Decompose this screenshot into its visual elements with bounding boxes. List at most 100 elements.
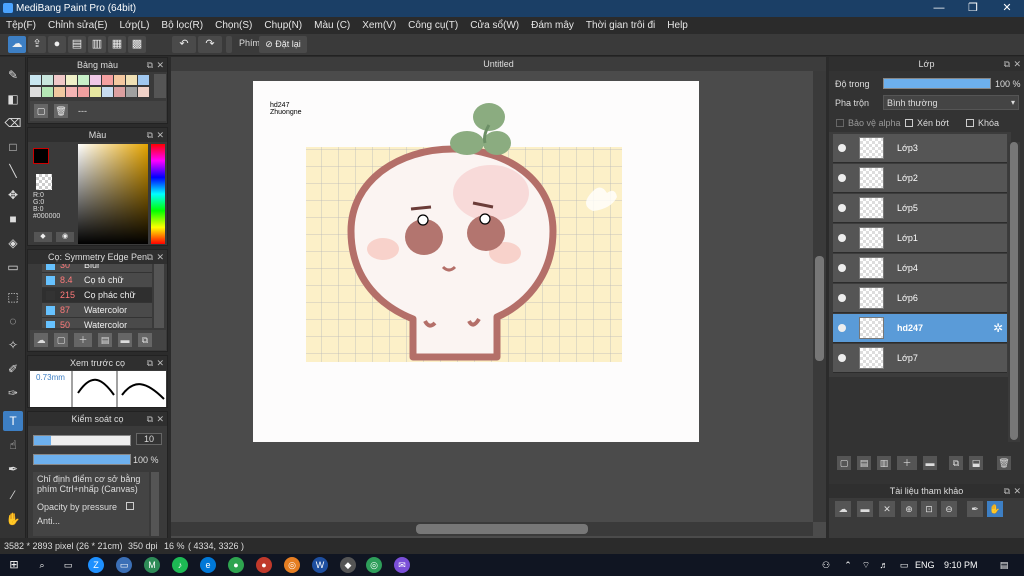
trash-icon[interactable]: 🗑: [54, 104, 68, 118]
layers-icon[interactable]: ▦: [108, 36, 126, 53]
palette-swatch[interactable]: [54, 75, 65, 85]
palette-swatch[interactable]: [90, 75, 101, 85]
layer-scrollbar[interactable]: [1008, 142, 1020, 442]
line-tool-icon[interactable]: ╲: [3, 161, 23, 181]
menu-color[interactable]: Màu (C): [308, 20, 356, 31]
zalo-icon[interactable]: Z: [88, 557, 104, 573]
palette-swatch[interactable]: [42, 86, 53, 97]
app-green-icon[interactable]: ●: [228, 557, 244, 573]
palette-swatch[interactable]: [138, 75, 149, 85]
maximize-button[interactable]: ❐: [956, 0, 990, 17]
eye-icon[interactable]: [838, 294, 846, 302]
menu-edit[interactable]: Chỉnh sửa(E): [42, 20, 114, 31]
close-icon[interactable]: ✕: [156, 356, 164, 370]
color-sample-icon[interactable]: ◆: [34, 232, 52, 242]
canvas-vertical-scrollbar[interactable]: [813, 71, 826, 522]
app-red-icon[interactable]: ●: [256, 557, 272, 573]
reset-button[interactable]: ⊘ Đặt lại: [259, 36, 307, 53]
layer-row[interactable]: Lớp6: [833, 284, 1007, 313]
palette-swatch[interactable]: [102, 86, 113, 97]
close-icon[interactable]: ✕: [1013, 57, 1021, 71]
operation-tool-icon[interactable]: ☝: [3, 435, 23, 455]
dot-eraser-tool-icon[interactable]: ⌫: [3, 113, 23, 133]
brush-options-scrollbar[interactable]: [151, 472, 159, 536]
add-brush-icon[interactable]: ＋: [74, 333, 92, 347]
zoom-in-icon[interactable]: ⊕: [901, 501, 917, 517]
fit-icon[interactable]: ⊡: [921, 501, 937, 517]
palette-swatch[interactable]: [78, 75, 89, 85]
select-tool-icon[interactable]: ⬚: [3, 287, 23, 307]
cloud-icon[interactable]: ☁: [34, 333, 48, 347]
notification-icon[interactable]: ▤: [996, 557, 1012, 573]
gradient-tool-icon[interactable]: ▭: [3, 257, 23, 277]
layer-row[interactable]: Lớp3: [833, 134, 1007, 163]
eye-icon[interactable]: [838, 264, 846, 272]
menu-capture[interactable]: Chụp(N): [258, 20, 308, 31]
lasso-tool-icon[interactable]: ◌: [3, 311, 23, 331]
menu-filter[interactable]: Bộ lọc(R): [155, 20, 209, 31]
opacity-pressure-row[interactable]: Opacity by pressure: [33, 496, 149, 512]
page-icon[interactable]: ▤: [68, 36, 86, 53]
vertical-scroll-thumb[interactable]: [815, 256, 824, 361]
opacity-pressure-checkbox[interactable]: [125, 502, 134, 510]
hue-slider[interactable]: [151, 144, 165, 244]
close-reference-icon[interactable]: ✕: [879, 501, 895, 517]
chevron-up-icon[interactable]: ⌃: [840, 557, 856, 573]
brush-size-value[interactable]: 10: [136, 433, 162, 445]
windows-start-icon[interactable]: ⊞: [6, 557, 22, 573]
move-tool-icon[interactable]: ✥: [3, 185, 23, 205]
volume-icon[interactable]: ♬: [876, 557, 892, 573]
chrome-2-icon[interactable]: ◎: [366, 557, 382, 573]
eye-icon[interactable]: [838, 324, 846, 332]
saturation-value-picker[interactable]: [78, 144, 148, 244]
blend-mode-select[interactable]: Bình thường ▾: [883, 95, 1019, 110]
palette-swatch[interactable]: [102, 75, 113, 85]
hand-tool-icon[interactable]: ✋: [3, 509, 23, 529]
search-icon[interactable]: ⌕: [34, 557, 50, 573]
palette-swatch[interactable]: [66, 75, 77, 85]
edge-icon[interactable]: e: [200, 557, 216, 573]
eye-icon[interactable]: [838, 354, 846, 362]
canvas-paper[interactable]: hd247 Zhuongne: [253, 81, 699, 442]
eyedropper-icon[interactable]: ✒: [967, 501, 983, 517]
menu-timelapse[interactable]: Thời gian trôi đi: [580, 20, 661, 31]
brush-scrollbar[interactable]: [154, 264, 164, 328]
open-folder-icon[interactable]: ▬: [857, 501, 873, 517]
eyedropper-tool-icon[interactable]: ✒: [3, 459, 23, 479]
gear-icon[interactable]: ✲: [993, 321, 1003, 335]
layer-row[interactable]: Lớp1: [833, 224, 1007, 253]
eraser-tool-icon[interactable]: ◧: [3, 89, 23, 109]
new-page-icon[interactable]: ▢: [54, 333, 68, 347]
palette-swatch[interactable]: [54, 86, 65, 97]
float-icon[interactable]: ⧉: [147, 250, 153, 264]
rectangle-tool-icon[interactable]: □: [3, 137, 23, 157]
brush-list-item[interactable]: 8.4 Cọ tô chữ: [42, 273, 152, 288]
text-tool-icon[interactable]: T: [3, 411, 23, 431]
folder-icon[interactable]: ▬: [923, 456, 937, 470]
new-1bit-layer-icon[interactable]: ▥: [877, 456, 891, 470]
hand-icon[interactable]: ✋: [987, 501, 1003, 517]
layer-row[interactable]: Lớp7: [833, 344, 1007, 373]
close-icon[interactable]: ✕: [156, 128, 164, 142]
palette-swatch[interactable]: [114, 86, 125, 97]
language-indicator[interactable]: ENG: [915, 560, 935, 570]
cloud-icon[interactable]: ☁: [835, 501, 851, 517]
canvas-horizontal-scrollbar[interactable]: [171, 522, 813, 536]
duplicate-layer-icon[interactable]: ⧉: [949, 456, 963, 470]
document-icon[interactable]: ▤: [98, 333, 112, 347]
menu-tools[interactable]: Công cụ(T): [402, 20, 464, 31]
brush-list-item[interactable]: 50 Watercolor: [42, 318, 152, 328]
document-tab[interactable]: Untitled: [171, 57, 826, 71]
magic-wand-tool-icon[interactable]: ✧: [3, 335, 23, 355]
close-icon[interactable]: ✕: [156, 58, 164, 72]
redo-icon[interactable]: ↷: [198, 36, 222, 53]
lock-toggle[interactable]: Khóa: [966, 118, 999, 128]
explorer-icon[interactable]: ▭: [116, 557, 132, 573]
color-mix-icon[interactable]: ◉: [56, 232, 74, 242]
brush-list-item[interactable]: 87 Watercolor: [42, 303, 152, 318]
palette-swatch[interactable]: [30, 86, 41, 97]
menu-file[interactable]: Tệp(F): [0, 20, 42, 31]
palette-swatch[interactable]: [66, 86, 77, 97]
close-icon[interactable]: ✕: [156, 412, 164, 426]
battery-icon[interactable]: ▭: [896, 557, 912, 573]
